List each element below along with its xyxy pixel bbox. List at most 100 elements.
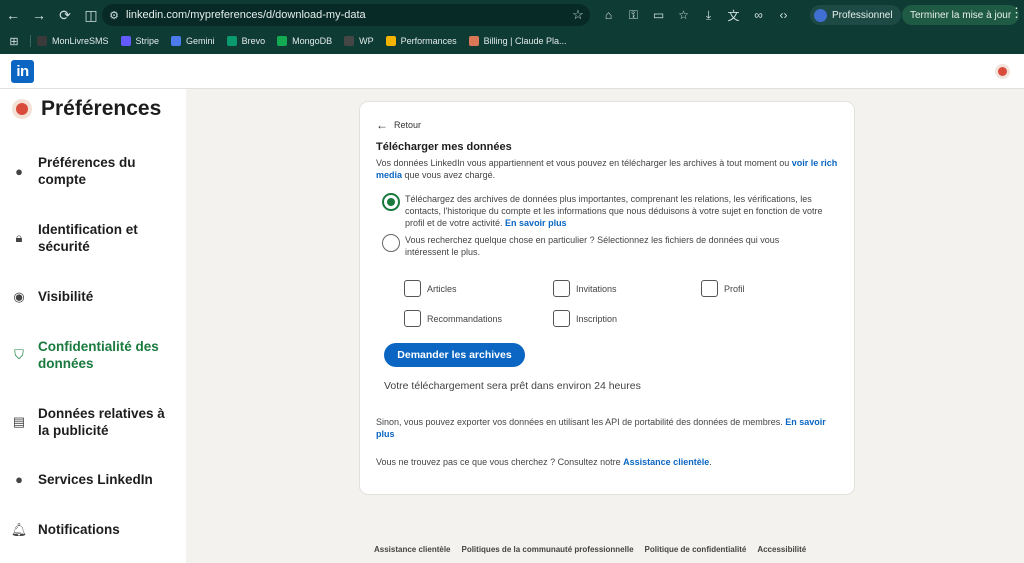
back-label: Retour	[394, 120, 422, 130]
sidebar-item-3[interactable]: ◉ Visibilité	[0, 288, 186, 305]
forward-arrow-icon[interactable]: →	[26, 2, 52, 28]
sidebar-item-6[interactable]: ● Services LinkedIn	[0, 471, 186, 488]
sidebar-item-label: Identification et sécurité	[38, 222, 138, 254]
profile-label: Professionnel	[832, 9, 893, 21]
bookmark-item[interactable]: MonLivreSMS	[37, 36, 109, 46]
key-icon[interactable]: ⚿	[621, 8, 646, 23]
checkbox-profil[interactable]: Profil	[701, 280, 745, 297]
card-description: Vos données LinkedIn vous appartiennent …	[376, 158, 838, 180]
back-arrow-icon[interactable]: ←	[0, 2, 26, 28]
settings-sidebar: Préférences ● Préférences du compte 🔒︎ Iden…	[0, 89, 186, 563]
update-button[interactable]: Terminer la mise à jour	[902, 5, 1020, 25]
help-text: Vous ne trouvez pas ce que vous cherchez…	[376, 457, 712, 467]
bookmark-item[interactable]: Gemini	[171, 36, 215, 46]
bell-icon: 🔔︎	[10, 521, 28, 537]
footer-link-support[interactable]: Assistance clientèle	[374, 545, 450, 554]
split-view-icon[interactable]: ◫	[78, 2, 104, 28]
checkbox-box[interactable]	[553, 310, 570, 327]
bookmark-favicon-icon	[171, 36, 182, 46]
extension-icons: ⌂ ⚿ ▭ ☆ ⤓ 文 ∞ ‹›	[596, 4, 796, 26]
download-icon[interactable]: ⤓	[696, 8, 721, 23]
favorites-icon[interactable]: ☆	[671, 8, 696, 22]
translate-icon[interactable]: 文	[721, 7, 746, 24]
checkbox-articles[interactable]: Articles	[404, 280, 457, 297]
address-bar[interactable]: ⚙ linkedin.com/mypreferences/d/download-…	[102, 4, 590, 26]
sidebar-item-7[interactable]: 🔔︎ Notifications	[0, 521, 186, 538]
bookmark-favicon-icon	[385, 36, 396, 46]
option-full-archive[interactable]: Téléchargez des archives de données plus…	[382, 193, 823, 229]
checkbox-label: Invitations	[576, 283, 617, 294]
bookmark-favicon-icon	[277, 36, 288, 46]
bookmark-label: Gemini	[186, 36, 215, 46]
apps-grid-icon[interactable]: ⊞	[4, 35, 24, 48]
back-link[interactable]: ← Retour	[376, 118, 421, 132]
eye-icon: ◉	[13, 288, 25, 304]
sidebar-item-1[interactable]: ● Préférences du compte	[0, 154, 186, 188]
request-archive-button[interactable]: Demander les archives	[384, 343, 525, 367]
card-title: Télécharger mes données	[376, 141, 512, 153]
profile-button[interactable]: Professionnel	[810, 5, 901, 25]
page-footer: Assistance clientèle Politiques de la co…	[374, 545, 817, 554]
bookmark-item[interactable]: Billing | Claude Pla...	[468, 36, 567, 46]
address-url[interactable]: linkedin.com/mypreferences/d/download-my…	[126, 9, 566, 21]
site-info-icon[interactable]: ⚙	[102, 9, 126, 22]
bookmark-favicon-icon	[226, 36, 237, 46]
checkbox-box[interactable]	[553, 280, 570, 297]
radio-specific-files[interactable]	[382, 234, 400, 252]
code-icon[interactable]: ‹›	[771, 8, 796, 22]
footer-link-community-policies[interactable]: Politiques de la communauté professionne…	[461, 545, 633, 554]
bookmark-star-icon[interactable]: ☆	[566, 7, 590, 23]
card-icon[interactable]: ▭	[646, 8, 671, 22]
bookmark-label: Brevo	[241, 36, 266, 46]
user-avatar[interactable]	[995, 64, 1010, 79]
linkedin-header: in	[0, 54, 1024, 89]
option-specific-files[interactable]: Vous recherchez quelque chose en particu…	[382, 234, 823, 258]
bookmark-label: Billing | Claude Pla...	[483, 36, 567, 46]
sidebar-header: Préférences	[12, 97, 161, 121]
bookmark-item[interactable]: Stripe	[120, 36, 160, 46]
checkbox-box[interactable]	[701, 280, 718, 297]
checkbox-invitations[interactable]: Invitations	[553, 280, 617, 297]
sidebar-item-label: Notifications	[38, 522, 120, 537]
checkbox-label: Recommandations	[427, 313, 503, 324]
bookmarks-divider	[30, 35, 31, 47]
arrow-left-icon: ←	[376, 118, 388, 132]
footer-link-privacy[interactable]: Politique de confidentialité	[645, 545, 747, 554]
checkbox-label: Inscription	[576, 313, 618, 324]
bookmark-label: MongoDB	[292, 36, 333, 46]
checkbox-recommandations[interactable]: Recommandations	[404, 310, 502, 327]
shield-icon: ⛉	[14, 347, 24, 362]
checkbox-box[interactable]	[404, 310, 421, 327]
bookmark-item[interactable]: Brevo	[226, 36, 266, 46]
sidebar-avatar	[12, 99, 32, 119]
bookmark-favicon-icon	[344, 36, 355, 46]
learn-more-link[interactable]: En savoir plus	[505, 218, 567, 228]
bookmark-favicon-icon	[468, 36, 479, 46]
bookmark-item[interactable]: MongoDB	[277, 36, 332, 46]
kebab-menu-icon[interactable]: ⋮	[1010, 5, 1023, 21]
link-icon[interactable]: ∞	[746, 8, 771, 22]
bookmark-item[interactable]: Performances	[385, 36, 457, 46]
bookmark-item[interactable]: WP	[344, 36, 374, 46]
checkbox-inscription[interactable]: Inscription	[553, 310, 617, 327]
customer-support-link[interactable]: Assistance clientèle	[623, 457, 709, 467]
reload-icon[interactable]: ⟳	[52, 2, 78, 28]
sidebar-item-label: Préférences du compte	[38, 155, 136, 187]
checkbox-box[interactable]	[404, 280, 421, 297]
sidebar-item-4[interactable]: ⛉ Confidentialité des données	[0, 338, 186, 372]
linkedin-logo[interactable]: in	[11, 60, 34, 83]
radio-full-archive[interactable]	[382, 193, 400, 211]
ready-estimate-text: Votre téléchargement sera prêt dans envi…	[384, 380, 641, 392]
bookmark-list: MonLivreSMS Stripe Gemini Brevo MongoDB WP Per…	[37, 36, 579, 46]
footer-link-accessibility[interactable]: Accessibilité	[757, 545, 806, 554]
extension-puzzle-icon[interactable]: ⌂	[596, 8, 621, 22]
bookmark-label: Stripe	[135, 36, 160, 46]
option-full-archive-text: Téléchargez des archives de données plus…	[405, 194, 823, 228]
sidebar-item-2[interactable]: 🔒︎ Identification et sécurité	[0, 221, 186, 255]
sidebar-item-label: Services LinkedIn	[38, 472, 153, 487]
sidebar-item-label: Données relatives à la publicité	[38, 406, 165, 438]
checkbox-label: Articles	[427, 283, 457, 294]
sidebar-item-label: Visibilité	[38, 289, 94, 304]
download-data-card: ← Retour Télécharger mes données Vos don…	[360, 102, 854, 494]
sidebar-item-5[interactable]: ▤ Données relatives à la publicité	[0, 405, 186, 439]
